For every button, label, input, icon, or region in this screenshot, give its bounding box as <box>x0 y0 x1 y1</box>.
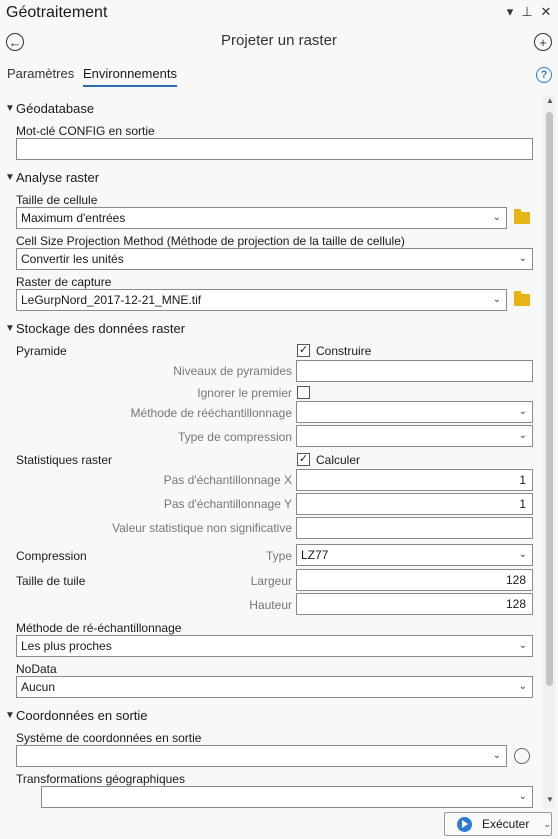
chevron-down-icon: ⌄ <box>518 406 527 417</box>
chevron-down-icon: ⌄ <box>492 212 501 223</box>
scrollbar-thumb[interactable] <box>546 112 553 686</box>
close-icon[interactable]: ✕ <box>539 4 553 20</box>
cell-size-label: Taille de cellule <box>16 193 98 207</box>
config-keyword-input[interactable] <box>16 138 533 160</box>
snap-raster-value: LeGurpNord_2017-12-21_MNE.tif <box>21 293 202 307</box>
nodata-select[interactable]: Aucun ⌄ <box>16 676 533 698</box>
scroll-up-icon[interactable]: ▲ <box>546 96 554 105</box>
chevron-down-icon: ⌄ <box>518 549 527 560</box>
chevron-down-icon: ▼ <box>5 710 15 721</box>
compression-type-label: Type <box>265 549 292 563</box>
tile-width-label: Largeur <box>250 574 292 588</box>
cell-size-projection-select[interactable]: Convertir les unités ⌄ <box>16 248 533 270</box>
resample-method-value: Les plus proches <box>21 639 112 653</box>
skip-x-label: Pas d'échantillonnage X <box>163 473 292 487</box>
run-label: Exécuter <box>482 817 530 831</box>
chevron-down-icon: ⌄ <box>518 430 527 441</box>
pyramid-levels-input[interactable] <box>296 360 533 382</box>
chevron-down-icon: ▼ <box>5 172 15 183</box>
compression-type-select[interactable]: ⌄ <box>296 425 533 447</box>
chevron-down-icon: ⌄ <box>492 294 501 305</box>
help-icon[interactable]: ? <box>536 67 552 83</box>
scroll-down-icon[interactable]: ▼ <box>546 795 554 804</box>
play-icon <box>457 816 472 832</box>
compression-type-label: Type de compression <box>177 430 292 444</box>
config-keyword-label: Mot-clé CONFIG en sortie <box>16 124 155 138</box>
pin-icon[interactable]: ⊥ <box>520 4 534 20</box>
skip-first-checkbox[interactable] <box>297 386 310 399</box>
calculate-statistics-label: Calculer <box>316 453 361 467</box>
resample-method-select[interactable]: Les plus proches ⌄ <box>16 635 533 657</box>
globe-icon[interactable] <box>514 748 530 764</box>
compression-value: LZ77 <box>301 548 329 562</box>
section-title: Géodatabase <box>16 101 95 116</box>
chevron-down-icon[interactable]: ⌄ <box>543 819 551 830</box>
add-button[interactable]: + <box>534 33 552 51</box>
cell-size-projection-label: Cell Size Projection Method (Méthode de … <box>16 234 405 248</box>
geo-transformations-select[interactable]: ⌄ <box>41 786 533 808</box>
raster-statistics-label: Statistiques raster <box>16 453 113 467</box>
chevron-down-icon: ⌄ <box>492 750 501 761</box>
skip-y-label: Pas d'échantillonnage Y <box>163 497 292 511</box>
calculate-statistics-checkbox[interactable]: ✓ <box>297 453 310 466</box>
tile-size-label: Taille de tuile <box>16 574 86 588</box>
chevron-down-icon: ⌄ <box>518 253 527 264</box>
skip-x-input[interactable]: 1 <box>296 469 533 491</box>
ignore-value-input[interactable] <box>296 517 533 539</box>
resample-method-label: Méthode de ré-échantillonnage <box>16 621 182 635</box>
tab-parameters[interactable]: Paramètres <box>7 66 74 81</box>
nodata-label: NoData <box>16 662 57 676</box>
tile-height-label: Hauteur <box>249 598 292 612</box>
chevron-down-icon: ⌄ <box>518 640 527 651</box>
compression-label: Compression <box>16 549 87 563</box>
output-cs-label: Système de coordonnées en sortie <box>16 731 202 745</box>
chevron-down-icon: ▼ <box>5 323 15 334</box>
ignore-value-label: Valeur statistique non significative <box>112 521 292 535</box>
snap-raster-label: Raster de capture <box>16 275 112 289</box>
chevron-down-icon: ⌄ <box>518 791 527 802</box>
chevron-down-icon: ⌄ <box>518 681 527 692</box>
tile-width-input[interactable]: 128 <box>296 569 533 591</box>
output-cs-select[interactable]: ⌄ <box>16 745 507 767</box>
compression-select[interactable]: LZ77 ⌄ <box>296 544 533 566</box>
pane-title: Géotraitement <box>6 4 108 21</box>
chevron-down-icon: ▼ <box>5 103 15 114</box>
tab-environments[interactable]: Environnements <box>83 66 177 87</box>
tile-height-input[interactable]: 128 <box>296 593 533 615</box>
build-pyramid-label: Construire <box>316 344 372 358</box>
run-button[interactable]: Exécuter ⌄ <box>444 812 552 836</box>
cell-size-select[interactable]: Maximum d'entrées ⌄ <box>16 207 507 229</box>
plus-icon: + <box>539 34 547 50</box>
folder-icon[interactable] <box>514 209 530 224</box>
section-title: Coordonnées en sortie <box>16 708 148 723</box>
tool-title: Projeter un raster <box>221 32 337 49</box>
skip-first-label: Ignorer le premier <box>197 386 292 400</box>
cell-size-value: Maximum d'entrées <box>21 211 126 225</box>
folder-icon[interactable] <box>514 291 530 306</box>
pane-menu-icon[interactable]: ▾ <box>503 4 517 20</box>
cell-size-projection-value: Convertir les unités <box>21 252 124 266</box>
section-title: Stockage des données raster <box>16 321 186 336</box>
build-pyramid-checkbox[interactable]: ✓ <box>297 344 310 357</box>
section-title: Analyse raster <box>16 170 100 185</box>
geo-transformations-label: Transformations géographiques <box>16 772 185 786</box>
snap-raster-select[interactable]: LeGurpNord_2017-12-21_MNE.tif ⌄ <box>16 289 507 311</box>
pyramid-label: Pyramide <box>16 344 67 358</box>
resampling-method-select[interactable]: ⌄ <box>296 401 533 423</box>
resampling-method-label: Méthode de rééchantillonnage <box>130 406 292 420</box>
nodata-value: Aucun <box>21 680 56 694</box>
pyramid-levels-label: Niveaux de pyramides <box>173 364 292 378</box>
skip-y-input[interactable]: 1 <box>296 493 533 515</box>
